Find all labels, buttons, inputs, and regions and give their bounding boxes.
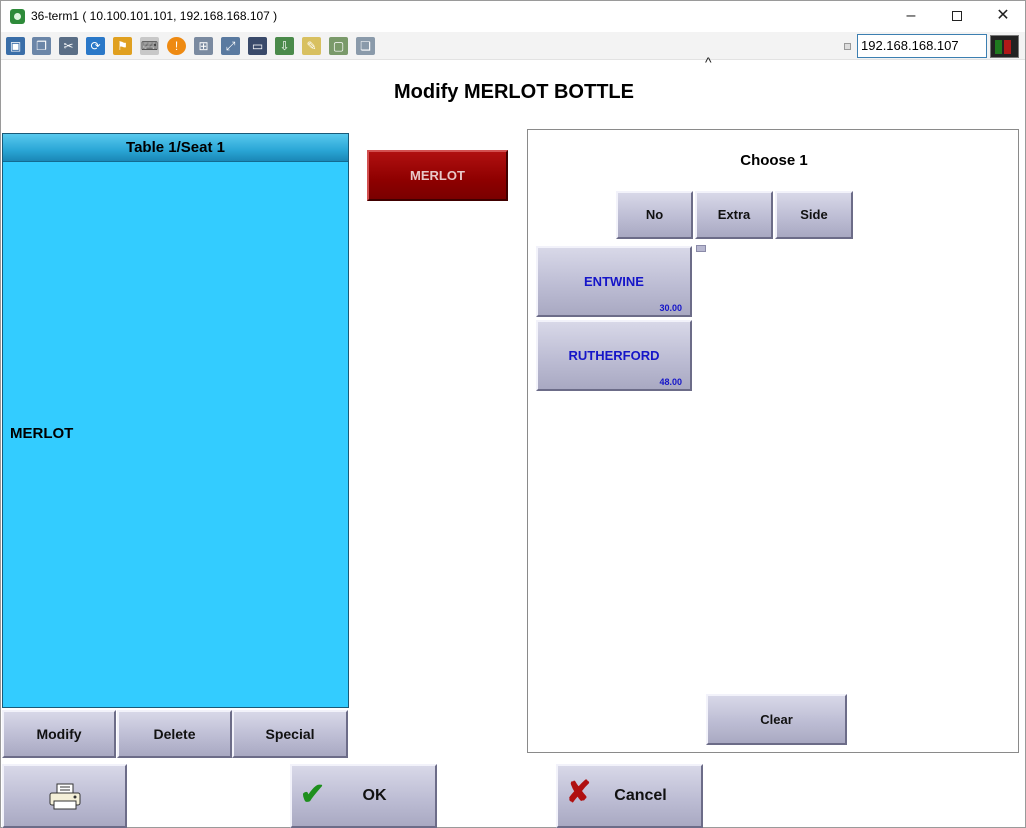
maximize-button[interactable] [934, 1, 980, 32]
status-dot [844, 43, 851, 50]
extra-qualifier-button[interactable]: Extra [695, 191, 773, 239]
alert-icon[interactable]: ! [167, 37, 186, 55]
special-button[interactable]: Special [232, 710, 348, 758]
monitor-icon[interactable]: ▣ [6, 37, 25, 55]
option-button-entwine[interactable]: ENTWINE 30.00 [536, 246, 692, 317]
cancel-x-icon: ✘ [566, 776, 592, 809]
status-indicator-icon [990, 35, 1019, 58]
notes-icon[interactable]: ✎ [302, 37, 321, 55]
tools-icon[interactable]: ✂ [59, 37, 78, 55]
app-window: 36-term1 ( 10.100.101.101, 192.168.168.1… [0, 0, 1026, 828]
keyboard-icon[interactable]: ⌨ [140, 37, 159, 55]
print-button[interactable] [2, 764, 127, 828]
option-name: RUTHERFORD [568, 348, 660, 363]
checkmark-icon: ✔ [300, 778, 326, 811]
printer-icon [49, 783, 81, 810]
page-indicator [696, 245, 706, 252]
collapse-toolbar-icon[interactable]: ^ [705, 54, 712, 70]
display-icon[interactable]: ▭ [248, 37, 267, 55]
refresh-icon[interactable]: ⟳ [86, 37, 105, 55]
clear-button[interactable]: Clear [706, 694, 847, 745]
network-icon[interactable]: ⊞ [194, 37, 213, 55]
maximize-icon [952, 11, 962, 21]
delete-button[interactable]: Delete [117, 710, 232, 758]
modifier-panel [527, 129, 1019, 753]
fullscreen-icon[interactable]: ⤢ [221, 37, 240, 55]
ok-button[interactable]: ✔ OK [290, 764, 437, 828]
no-qualifier-button[interactable]: No [616, 191, 693, 239]
windows-icon[interactable]: ❐ [32, 37, 51, 55]
ip-address-field[interactable]: 192.168.168.107 [857, 34, 987, 58]
option-price: 48.00 [659, 377, 682, 387]
cancel-label: Cancel [614, 787, 667, 804]
chat-icon[interactable]: ❏ [356, 37, 375, 55]
window-title: 36-term1 ( 10.100.101.101, 192.168.168.1… [31, 9, 278, 23]
flag-icon[interactable]: ⚑ [113, 37, 132, 55]
cancel-button[interactable]: ✘ Cancel [556, 764, 703, 828]
option-button-rutherford[interactable]: RUTHERFORD 48.00 [536, 320, 692, 391]
seat-order-panel: Table 1/Seat 1 MERLOT [2, 133, 349, 708]
title-bar: 36-term1 ( 10.100.101.101, 192.168.168.1… [1, 1, 1025, 32]
ok-label: OK [362, 787, 387, 804]
order-item[interactable]: MERLOT [10, 425, 73, 442]
modify-button[interactable]: Modify [2, 710, 116, 758]
app-eye-icon [10, 9, 25, 24]
side-qualifier-button[interactable]: Side [775, 191, 853, 239]
image-icon[interactable]: ▢ [329, 37, 348, 55]
selected-item-button[interactable]: MERLOT [367, 150, 508, 201]
choose-prompt: Choose 1 [740, 152, 808, 169]
transfer-icon[interactable]: ⇩ [275, 37, 294, 55]
page-title: Modify MERLOT BOTTLE [394, 81, 634, 103]
option-price: 30.00 [659, 303, 682, 313]
close-button[interactable]: ✕ [980, 1, 1026, 32]
option-name: ENTWINE [584, 274, 644, 289]
seat-header: Table 1/Seat 1 [3, 134, 348, 162]
minimize-button[interactable]: – [888, 1, 934, 32]
